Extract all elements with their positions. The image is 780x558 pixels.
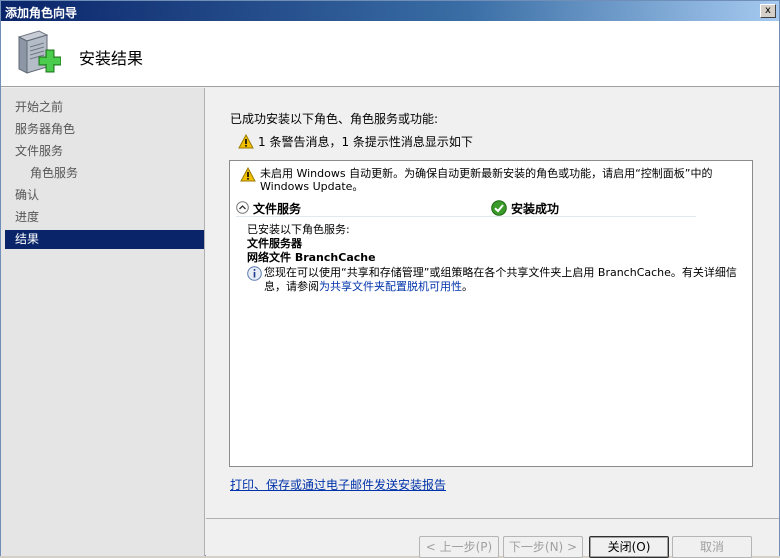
warning-icon (240, 167, 256, 182)
sidebar-item-results[interactable]: 结果 (5, 230, 204, 249)
info-end: 。 (462, 280, 473, 293)
server-add-icon (17, 30, 61, 74)
warning-icon (238, 134, 254, 149)
title-bar[interactable]: 添加角色向导 x (1, 1, 779, 21)
sidebar-item-before-you-begin[interactable]: 开始之前 (5, 98, 204, 117)
button-bar: < 上一步(P) 下一步(N) > 关闭(O) 取消 (206, 518, 779, 558)
sidebar-item-server-roles[interactable]: 服务器角色 (5, 120, 204, 139)
intro-text: 已成功安装以下角色、角色服务或功能: (230, 112, 439, 126)
window-title: 添加角色向导 (5, 6, 78, 20)
update-warning: 未启用 Windows 自动更新。为确保自动更新最新安装的角色或功能，请启用“控… (240, 167, 748, 193)
info-icon (247, 266, 262, 281)
wizard-header: 安装结果 (1, 21, 779, 87)
results-panel[interactable]: 未启用 Windows 自动更新。为确保自动更新最新安装的角色或功能，请启用“控… (229, 160, 753, 467)
info-message: 您现在可以使用“共享和存储管理”或组策略在各个共享文件夹上启用 BranchCa… (247, 266, 752, 294)
success-check-icon (491, 200, 507, 216)
print-save-email-report-link[interactable]: 打印、保存或通过电子邮件发送安装报告 (230, 476, 446, 493)
previous-button[interactable]: < 上一步(P) (419, 536, 499, 558)
collapse-icon[interactable] (236, 201, 249, 214)
close-window-button[interactable]: x (760, 4, 776, 18)
main-content: 已成功安装以下角色、角色服务或功能: 1 条警告消息，1 条提示性消息显示如下 … (206, 88, 779, 518)
installed-item-file-server: 文件服务器 (247, 237, 302, 250)
section-details: 已安装以下角色服务: 文件服务器 网络文件 BranchCache 您现在可以使… (247, 223, 752, 294)
offline-availability-link[interactable]: 为共享文件夹配置脱机可用性 (319, 280, 462, 293)
add-roles-wizard-window: 添加角色向导 x 安装结果 开始之前 服务器角色 文件服务 角色服务 确认 进度… (0, 0, 780, 558)
section-name: 文件服务 (253, 202, 302, 216)
installed-item-branchcache: 网络文件 BranchCache (247, 251, 376, 264)
section-status: 安装成功 (511, 202, 560, 216)
sidebar-item-role-services[interactable]: 角色服务 (5, 164, 204, 183)
file-services-section-header: 文件服务 安装成功 (236, 199, 696, 217)
update-warning-text: 未启用 Windows 自动更新。为确保自动更新最新安装的角色或功能，请启用“控… (260, 167, 713, 193)
warning-summary: 1 条警告消息，1 条提示性消息显示如下 (238, 133, 473, 150)
wizard-steps-sidebar: 开始之前 服务器角色 文件服务 角色服务 确认 进度 结果 (1, 88, 205, 556)
next-button[interactable]: 下一步(N) > (503, 536, 583, 558)
page-title: 安装结果 (79, 49, 144, 68)
warning-summary-text: 1 条警告消息，1 条提示性消息显示如下 (258, 135, 473, 149)
sidebar-item-confirmation[interactable]: 确认 (5, 186, 204, 205)
sidebar-item-progress[interactable]: 进度 (5, 208, 204, 227)
sidebar-item-file-services[interactable]: 文件服务 (5, 142, 204, 161)
cancel-button[interactable]: 取消 (672, 536, 752, 558)
installed-label: 已安装以下角色服务: (247, 223, 350, 236)
close-button[interactable]: 关闭(O) (589, 536, 669, 558)
